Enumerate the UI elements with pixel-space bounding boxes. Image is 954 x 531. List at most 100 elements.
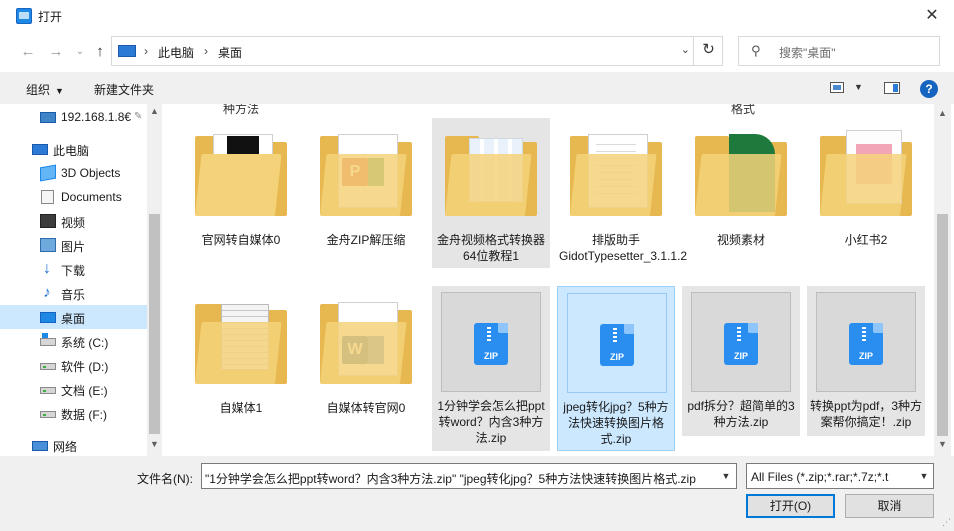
breadcrumb-desktop[interactable]: 桌面 <box>218 44 242 61</box>
sidebar-item-label: 音乐 <box>61 288 86 302</box>
search-input[interactable]: ⚲ 搜索"桌面" <box>738 36 940 66</box>
sidebar-item-videos[interactable]: 视频 <box>0 209 147 233</box>
file-item-folder[interactable]: 小红书2 <box>807 118 925 268</box>
sidebar-item-drive-f[interactable]: 数据 (F:) <box>0 401 147 425</box>
zip-icon: ZIP <box>849 323 883 365</box>
breadcrumb-separator[interactable]: › <box>144 44 148 58</box>
sidebar-item-drive-c[interactable]: 系统 (C:) <box>0 329 147 353</box>
sidebar-item-label: 视频 <box>61 216 86 230</box>
file-item-zip-selected[interactable]: ZIP jpeg转化jpg？5种方法快速转换图片格式.zip <box>557 286 675 451</box>
folder-icon <box>816 124 916 224</box>
cancel-button[interactable]: 取消 <box>845 494 934 518</box>
scroll-down-icon[interactable]: ▼ <box>150 439 159 449</box>
close-button[interactable]: ✕ <box>920 4 944 28</box>
back-button[interactable]: ← <box>18 42 38 62</box>
organize-menu[interactable]: 组织 ▼ <box>26 81 64 98</box>
file-name: pdf拆分？超简单的3种方法.zip <box>687 399 795 429</box>
pin-icon: ✎ <box>134 111 143 122</box>
address-dropdown-icon[interactable]: ⌄ <box>681 43 690 56</box>
scrollbar-thumb[interactable] <box>937 214 948 436</box>
sidebar-item-label: 数据 (F:) <box>61 408 107 422</box>
app-icon <box>16 8 32 24</box>
file-item-folder[interactable]: 金舟视频格式转换器64位教程1 <box>432 118 550 268</box>
forward-button[interactable]: → <box>46 42 66 62</box>
caret-down-icon: ▼ <box>55 86 64 96</box>
refresh-button[interactable]: ↻ <box>693 36 723 66</box>
file-item-folder[interactable]: P 金舟ZIP解压缩 <box>307 118 425 268</box>
file-item-folder[interactable]: W 自媒体转官网0 <box>307 286 425 436</box>
file-name: 自媒体1 <box>219 401 263 415</box>
breadcrumb-this-pc[interactable]: 此电脑 <box>158 44 194 61</box>
dialog-footer: 文件名(N): "1分钟学会怎么把ppt转word？内含3种方法.zip" "j… <box>0 456 954 531</box>
file-name: 小红书2 <box>844 233 888 247</box>
file-item-folder[interactable]: 排版助手GidotTypesetter_3.1.1.2 <box>557 118 687 288</box>
scroll-up-icon[interactable]: ▲ <box>938 108 947 118</box>
sidebar-item-drive-d[interactable]: 软件 (D:) <box>0 353 147 377</box>
resize-grip-icon[interactable]: ⋰ <box>942 517 951 528</box>
help-icon[interactable]: ? <box>920 80 938 98</box>
filename-value: "1分钟学会怎么把ppt转word？内含3种方法.zip" "jpeg转化jpg… <box>205 472 696 486</box>
sidebar-item-desktop[interactable]: 桌面 <box>0 305 147 329</box>
sidebar-item-drive-e[interactable]: 文档 (E:) <box>0 377 147 401</box>
file-name: jpeg转化jpg？5种方法快速转换图片格式.zip <box>563 400 669 446</box>
sidebar-item-documents[interactable]: Documents <box>0 185 147 209</box>
file-item-folder[interactable]: 视频素材 <box>682 118 800 268</box>
content-scrollbar[interactable]: ▲ ▼ <box>934 104 951 456</box>
sidebar-item-music[interactable]: ♪ 音乐 <box>0 281 147 305</box>
partial-file-label: 格式 <box>731 104 756 116</box>
search-placeholder: 搜索"桌面" <box>779 46 836 60</box>
view-options-icon[interactable] <box>830 82 844 93</box>
file-item-zip[interactable]: ZIP 转换ppt为pdf，3种方案帮你搞定！.zip <box>807 286 925 436</box>
sidebar-item-network-computer[interactable]: 192.168.1.8€ ✎ <box>0 105 147 129</box>
drive-icon <box>40 411 56 418</box>
window-title: 打开 <box>38 10 63 24</box>
up-button[interactable]: ↑ <box>90 42 110 62</box>
folder-icon <box>191 292 291 392</box>
documents-icon <box>41 190 54 204</box>
view-dropdown-icon[interactable]: ▼ <box>854 82 863 92</box>
sidebar-item-pictures[interactable]: 图片 <box>0 233 147 257</box>
3d-objects-icon <box>40 164 56 182</box>
drive-c-icon <box>40 333 56 346</box>
file-name: 官网转自媒体0 <box>201 233 281 247</box>
file-type-select[interactable]: All Files (*.zip;*.rar;*.7z;*.t ▼ <box>746 463 934 489</box>
breadcrumb-separator[interactable]: › <box>204 44 208 58</box>
zip-icon: ZIP <box>474 323 508 365</box>
pc-icon <box>118 45 136 57</box>
chevron-down-icon[interactable]: ▼ <box>716 464 736 488</box>
chevron-down-icon[interactable]: ▼ <box>915 464 933 488</box>
folder-icon <box>566 124 666 224</box>
file-item-folder[interactable]: 自媒体1 <box>182 286 300 436</box>
sidebar-item-3d-objects[interactable]: 3D Objects <box>0 161 147 185</box>
desktop-icon <box>40 312 56 323</box>
file-item-folder[interactable]: 官网转自媒体0 <box>182 118 300 268</box>
scroll-up-icon[interactable]: ▲ <box>150 106 159 116</box>
sidebar-item-network[interactable]: 网络 <box>0 433 147 456</box>
recent-locations-dropdown[interactable]: ⌄ <box>70 42 90 62</box>
zip-thumbnail: ZIP <box>567 293 667 393</box>
address-bar[interactable]: › 此电脑 › 桌面 ⌄ <box>111 36 723 66</box>
scroll-down-icon[interactable]: ▼ <box>938 439 947 449</box>
folder-icon: P <box>316 124 416 224</box>
file-item-zip[interactable]: ZIP 1分钟学会怎么把ppt转word？内含3种方法.zip <box>432 286 550 451</box>
file-name: 金舟ZIP解压缩 <box>326 233 406 247</box>
sidebar-scrollbar[interactable]: ▲ ▼ <box>147 104 162 456</box>
zip-thumbnail: ZIP <box>816 292 916 392</box>
zip-thumbnail: ZIP <box>691 292 791 392</box>
download-icon: ↓ <box>43 260 51 277</box>
preview-pane-icon[interactable] <box>884 82 900 94</box>
drive-icon <box>40 387 56 394</box>
scrollbar-thumb[interactable] <box>149 214 160 434</box>
sidebar-item-downloads[interactable]: ↓ 下载 <box>0 257 147 281</box>
file-item-zip[interactable]: ZIP pdf拆分？超简单的3种方法.zip <box>682 286 800 436</box>
folder-icon: W <box>316 292 416 392</box>
new-folder-button[interactable]: 新建文件夹 <box>94 81 154 98</box>
file-name: 视频素材 <box>716 233 765 247</box>
file-type-value: All Files (*.zip;*.rar;*.7z;*.t <box>751 470 889 484</box>
sidebar-item-label: 系统 (C:) <box>61 336 109 350</box>
open-button[interactable]: 打开(O) <box>746 494 835 518</box>
partial-file-label: 种方法 <box>223 104 260 116</box>
sidebar-item-label: 网络 <box>53 440 78 454</box>
filename-input[interactable]: "1分钟学会怎么把ppt转word？内含3种方法.zip" "jpeg转化jpg… <box>201 463 737 489</box>
sidebar-item-this-pc[interactable]: 此电脑 <box>0 137 147 161</box>
